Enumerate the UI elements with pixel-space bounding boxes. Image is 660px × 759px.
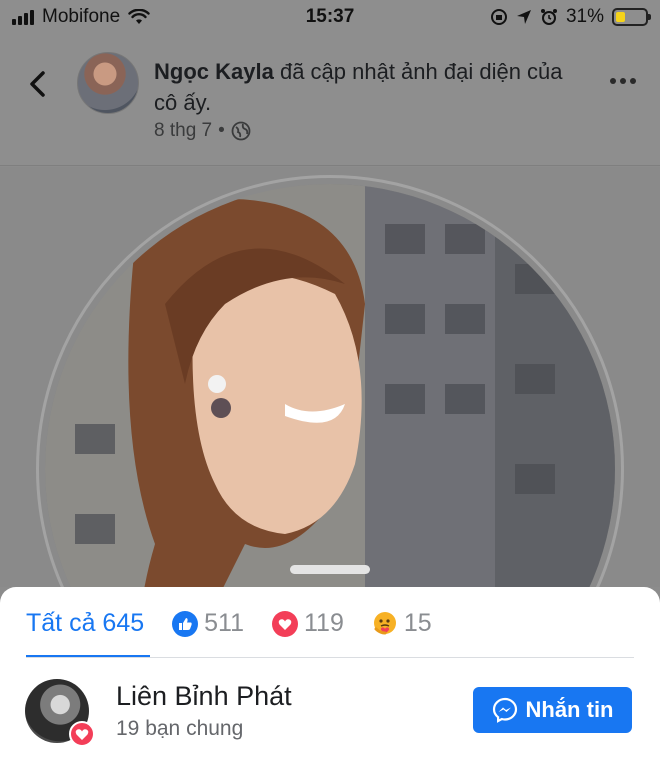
tab-all[interactable]: Tất cả 645 xyxy=(26,609,144,638)
post-title: Ngọc Kayla đã cập nhật ảnh đại diện của … xyxy=(154,56,574,118)
person-reaction-badge xyxy=(69,721,95,747)
love-icon xyxy=(75,728,89,740)
more-icon[interactable] xyxy=(610,78,636,84)
tab-love-count: 119 xyxy=(304,609,344,637)
profile-photo-illustration xyxy=(45,184,615,587)
alarm-icon xyxy=(540,9,557,25)
back-icon xyxy=(30,71,45,97)
message-button[interactable]: Nhắn tin xyxy=(473,687,632,733)
profile-photo[interactable] xyxy=(45,184,615,587)
status-right: 31% xyxy=(490,6,651,28)
author-avatar[interactable] xyxy=(77,52,139,114)
reactions-sheet: Tất cả 645 511 119 15 Liên Bỉnh Phát 19 … xyxy=(0,587,660,759)
drag-handle[interactable] xyxy=(290,565,370,574)
post-header: Ngọc Kayla đã cập nhật ảnh đại diện của … xyxy=(0,34,660,166)
reaction-tabs: Tất cả 645 511 119 15 xyxy=(26,609,460,638)
post-date[interactable]: 8 thg 7 xyxy=(154,120,212,142)
post-meta: 8 thg 7 • xyxy=(154,120,251,142)
message-button-label: Nhắn tin xyxy=(525,697,614,722)
love-icon xyxy=(272,610,298,637)
care-icon xyxy=(373,611,396,634)
tab-care[interactable]: 15 xyxy=(372,609,432,638)
battery-icon xyxy=(612,8,651,26)
person-name[interactable]: Liên Bỉnh Phát xyxy=(116,681,292,712)
profile-photo-area xyxy=(0,167,660,587)
tab-love[interactable]: 119 xyxy=(272,609,344,638)
author-name[interactable]: Ngọc Kayla xyxy=(154,59,274,84)
tabs-divider xyxy=(26,657,634,658)
like-icon xyxy=(172,610,199,637)
tab-all-label: Tất cả 645 xyxy=(26,609,145,637)
messenger-icon xyxy=(492,697,517,723)
meta-separator: • xyxy=(218,120,225,141)
rotation-lock-icon xyxy=(490,9,507,25)
reaction-list-item[interactable]: Liên Bỉnh Phát 19 bạn chung Nhắn tin xyxy=(0,667,660,755)
tab-like-count: 511 xyxy=(204,609,244,637)
back-button[interactable] xyxy=(22,64,52,104)
status-bar: Mobifone 15:37 31% xyxy=(0,0,660,34)
globe-icon xyxy=(231,121,251,141)
tab-care-count: 15 xyxy=(403,609,432,637)
battery-percent: 31% xyxy=(565,6,604,27)
mutual-friends: 19 bạn chung xyxy=(116,717,244,740)
battery-fill xyxy=(616,12,625,22)
location-icon xyxy=(516,10,531,24)
tab-like[interactable]: 511 xyxy=(172,609,244,638)
